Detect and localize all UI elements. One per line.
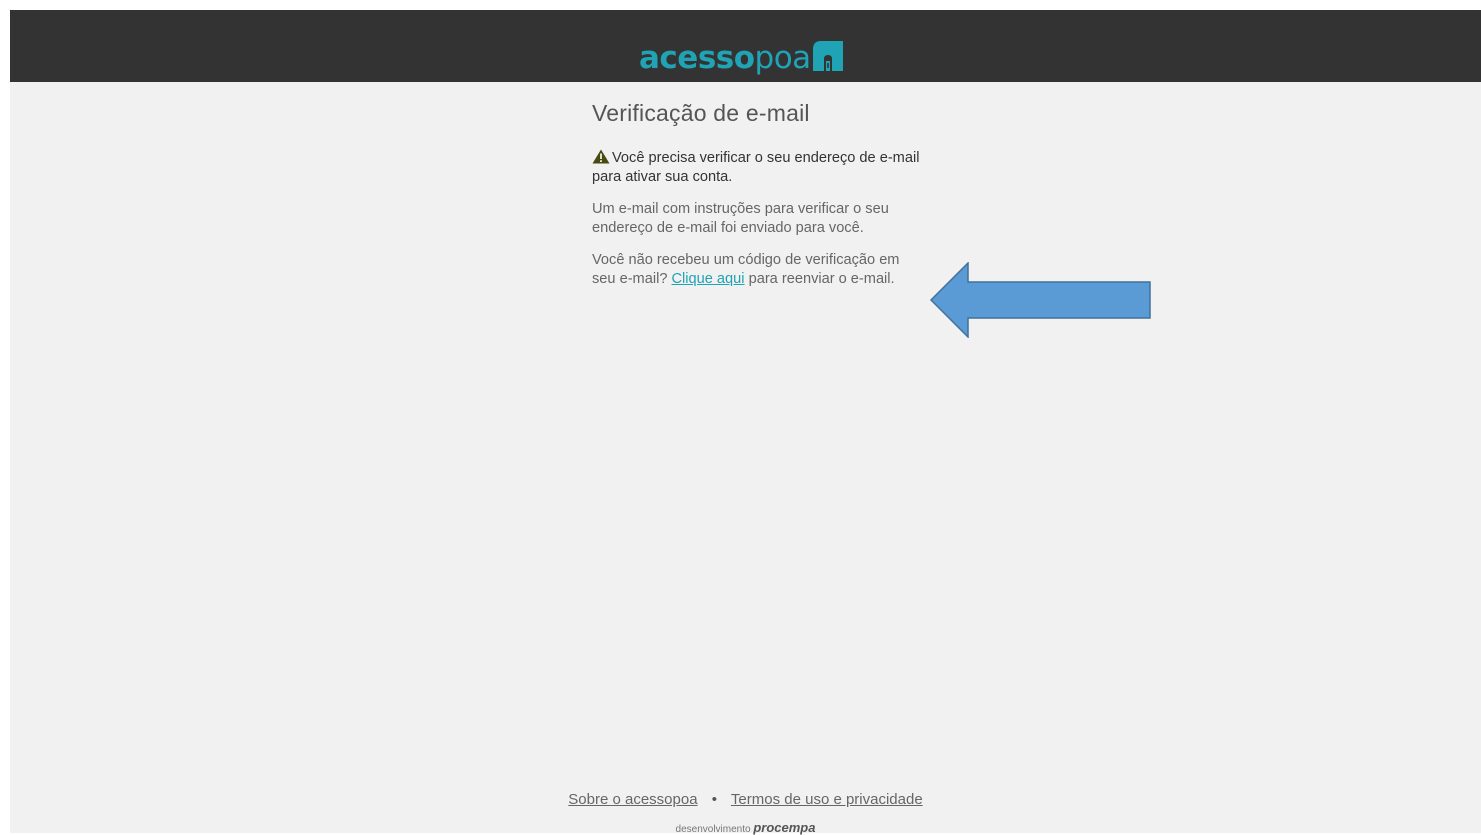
warning-message: Você precisa verificar o seu endereço de… [592, 149, 922, 186]
footer-links: Sobre o acessopoa • Termos de uso e priv… [10, 791, 1481, 808]
credit-prefix: desenvolvimento [675, 824, 751, 835]
terms-link[interactable]: Termos de uso e privacidade [731, 791, 923, 808]
warning-triangle-icon [592, 149, 610, 164]
top-bar: acesso poa [10, 10, 1481, 82]
left-arrow-annotation [930, 262, 1151, 338]
logo-text-bold: acesso [639, 40, 755, 76]
resend-message: Você não recebeu um código de verificaçã… [592, 251, 922, 288]
acessopoa-logo[interactable]: acesso poa [639, 34, 843, 74]
warning-text: Você precisa verificar o seu endereço de… [592, 150, 920, 185]
door-icon [812, 41, 843, 71]
resend-email-link[interactable]: Clique aqui [672, 271, 745, 287]
resend-text-after: para reenviar o e-mail. [748, 270, 895, 287]
page-title: Verificação de e-mail [592, 100, 810, 126]
instructions-message: Um e-mail com instruções para verificar … [592, 201, 889, 236]
footer-separator: • [711, 791, 717, 808]
about-link[interactable]: Sobre o acessopoa [568, 791, 697, 808]
verification-panel: Verificação de e-mail Você precisa verif… [592, 100, 922, 302]
logo-text-light: poa [754, 40, 812, 76]
page-frame: acesso poa Verificação de e-mail Você pre… [10, 10, 1481, 835]
